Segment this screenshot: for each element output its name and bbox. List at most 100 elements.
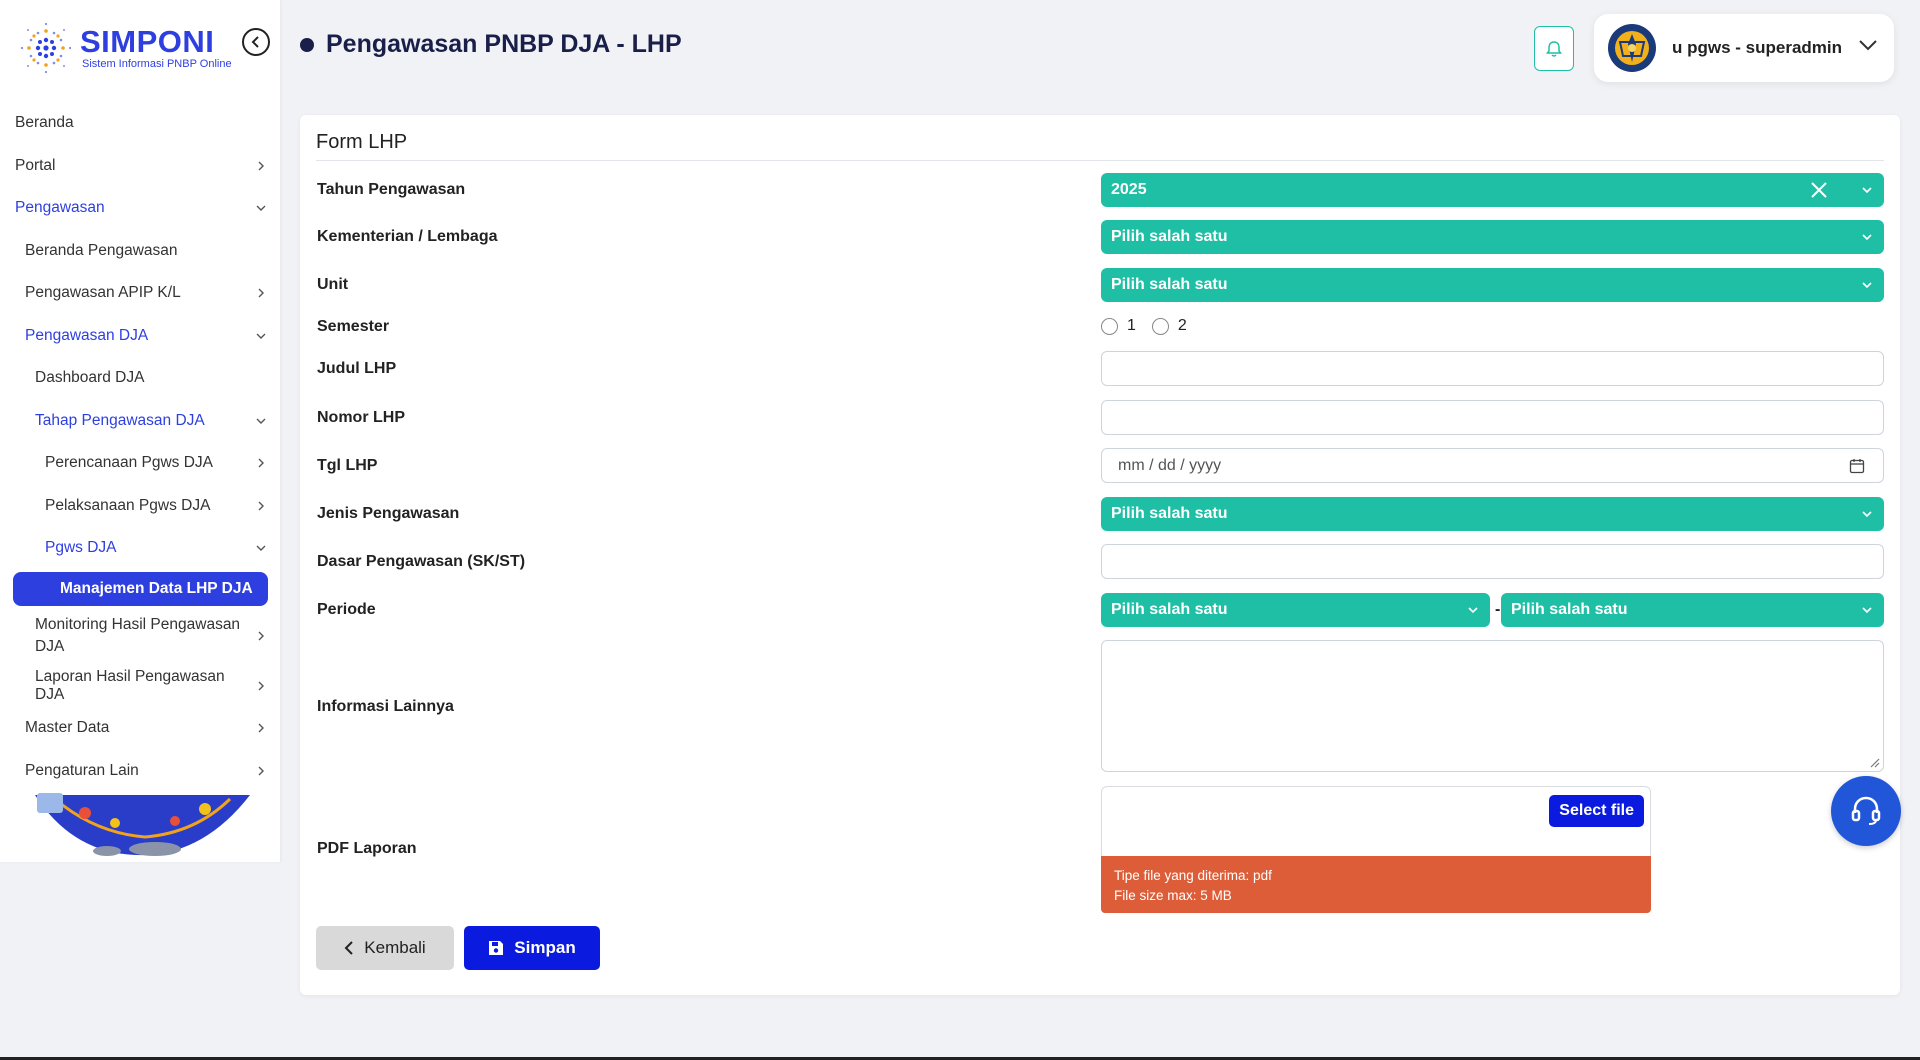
sidebar-item-label: Beranda Pengawasan (25, 241, 178, 259)
chevron-down-icon (1468, 607, 1478, 614)
sidebar-item-pengawasan[interactable]: Pengawasan (0, 187, 280, 230)
back-button-label: Kembali (364, 938, 426, 957)
sidebar-item-pengawasan-apip[interactable]: Pengawasan APIP K/L (0, 272, 280, 315)
collapse-sidebar-button[interactable] (242, 28, 270, 56)
title-bullet (300, 37, 314, 52)
info-textarea[interactable] (1101, 640, 1884, 772)
save-icon (489, 941, 504, 955)
back-button[interactable]: Kembali (316, 926, 454, 970)
chevron-right-icon (254, 629, 268, 643)
help-chat-button[interactable] (1831, 776, 1901, 846)
sidebar-item-label: Perencanaan Pgws DJA (45, 454, 214, 472)
pdf-upload-dropzone[interactable]: Select file (1101, 786, 1651, 859)
chevron-right-icon (254, 159, 268, 173)
nomor-input[interactable] (1101, 400, 1884, 435)
semester-radio-2[interactable] (1151, 317, 1169, 335)
notification-button[interactable] (1534, 26, 1574, 71)
periode-start-value: Pilih salah satu (1111, 601, 1228, 618)
sidebar-item-pgws-dja[interactable]: Pgws DJA (0, 527, 280, 570)
tahun-select[interactable]: 2025 (1101, 173, 1884, 207)
resize-grip-icon[interactable] (1868, 756, 1880, 768)
sidebar-item-perencanaan[interactable]: Perencanaan Pgws DJA (0, 442, 280, 485)
chevron-down-icon (1862, 282, 1872, 289)
logo-mark-icon (20, 22, 72, 74)
upload-info-banner: Tipe file yang diterima: pdf File size m… (1101, 856, 1651, 913)
user-name: u pgws - superadmin (1672, 38, 1843, 57)
chevron-right-icon (254, 286, 268, 300)
form-title: Form LHP (316, 131, 408, 153)
sidebar-item-label: Tahap Pengawasan DJA (35, 411, 205, 429)
chevron-down-icon (1859, 40, 1877, 51)
chevron-down-icon (1862, 511, 1872, 518)
chevron-down-icon (254, 329, 268, 343)
sidebar-item-pengawasan-dja[interactable]: Pengawasan DJA (0, 315, 280, 358)
periode-separator: - (1495, 601, 1501, 618)
save-button[interactable]: Simpan (464, 926, 600, 970)
chevron-down-icon (1862, 187, 1872, 194)
file-size-info: File size max: 5 MB (1114, 888, 1232, 903)
sidebar-item-laporan-hasil[interactable]: Laporan Hasil Pengawasan DJA (0, 665, 280, 708)
semester-radio-group: 1 2 (1101, 317, 1203, 335)
sidebar-item-pengaturan-lain[interactable]: Pengaturan Lain (0, 750, 280, 793)
avatar (1608, 24, 1656, 72)
info-label: Informasi Lainnya (317, 698, 454, 715)
headset-icon (1851, 796, 1881, 825)
sidebar-item-label: Pelaksanaan Pgws DJA (45, 496, 211, 514)
kl-select[interactable]: Pilih salah satu (1101, 220, 1884, 254)
pdf-label: PDF Laporan (317, 840, 417, 857)
sidebar-item-label: Beranda (15, 114, 74, 132)
brand-tagline: Sistem Informasi PNBP Online (82, 58, 232, 70)
emblem-icon (1615, 31, 1649, 65)
sidebar-item-label: Pengaturan Lain (25, 761, 139, 779)
unit-select[interactable]: Pilih salah satu (1101, 268, 1884, 302)
sidebar-nav: Beranda Portal Pengawasan Beranda Pengaw… (0, 102, 280, 792)
tahun-label: Tahun Pengawasan (317, 181, 466, 198)
semester-radio-1[interactable] (1101, 317, 1118, 335)
periode-end-select[interactable]: Pilih salah satu (1501, 593, 1884, 627)
save-button-label: Simpan (514, 938, 576, 957)
jenis-select[interactable]: Pilih salah satu (1101, 497, 1884, 531)
chevron-down-icon (254, 201, 268, 215)
sidebar-item-manajemen-data-lhp[interactable]: Manajemen Data LHP DJA (13, 571, 268, 606)
collapse-icon (251, 36, 259, 48)
chevron-right-icon (254, 721, 268, 735)
chevron-down-icon (1862, 607, 1872, 614)
sidebar-item-label: Dashboard DJA (35, 369, 145, 387)
select-file-button[interactable]: Select file (1549, 795, 1644, 827)
chevron-right-icon (254, 679, 268, 693)
calendar-icon[interactable] (1849, 458, 1865, 474)
sidebar-item-master-data[interactable]: Master Data (0, 707, 280, 750)
tahun-select-value: 2025 (1111, 181, 1147, 198)
sidebar-item-label: Pengawasan DJA (25, 326, 149, 344)
semester-option-label: 2 (1177, 317, 1187, 334)
sidebar-item-monitoring-hasil[interactable]: Monitoring Hasil Pengawasan DJA (0, 608, 280, 665)
sidebar-item-portal[interactable]: Portal (0, 145, 280, 188)
brand-logo[interactable]: SIMPONI Sistem Informasi PNBP Online (18, 16, 268, 80)
nomor-label: Nomor LHP (317, 409, 405, 426)
periode-start-select[interactable]: Pilih salah satu (1101, 593, 1490, 627)
sidebar-item-tahap-pengawasan-dja[interactable]: Tahap Pengawasan DJA (0, 400, 280, 443)
sidebar: SIMPONI Sistem Informasi PNBP Online Ber… (0, 0, 280, 862)
sidebar-item-label: Pgws DJA (45, 539, 117, 557)
semester-option-label: 1 (1127, 317, 1136, 334)
sidebar-item-pelaksanaan[interactable]: Pelaksanaan Pgws DJA (0, 485, 280, 528)
user-menu[interactable]: u pgws - superadmin (1594, 14, 1894, 82)
sidebar-item-beranda-pengawasan[interactable]: Beranda Pengawasan (0, 230, 280, 273)
sidebar-item-dashboard-dja[interactable]: Dashboard DJA (0, 357, 280, 400)
page-title: Pengawasan PNBP DJA - LHP (300, 30, 682, 59)
semester-label: Semester (317, 318, 390, 335)
sidebar-item-label: Monitoring Hasil Pengawasan DJA (35, 616, 241, 655)
sidebar-item-beranda[interactable]: Beranda (0, 102, 280, 145)
sidebar-illustration (35, 793, 250, 856)
judul-input[interactable] (1101, 351, 1884, 386)
unit-label: Unit (317, 276, 349, 293)
tgl-date-input[interactable]: mm / dd / yyyy (1101, 448, 1884, 483)
sidebar-item-label: Manajemen Data LHP DJA (60, 579, 253, 597)
page-title-text: Pengawasan PNBP DJA - LHP (326, 30, 682, 58)
unit-select-value: Pilih salah satu (1111, 276, 1228, 293)
dasar-input[interactable] (1101, 544, 1884, 579)
sidebar-item-label: Laporan Hasil Pengawasan DJA (35, 667, 225, 703)
periode-end-value: Pilih salah satu (1511, 601, 1628, 618)
close-icon[interactable] (1810, 181, 1828, 199)
chevron-right-icon (254, 499, 268, 513)
